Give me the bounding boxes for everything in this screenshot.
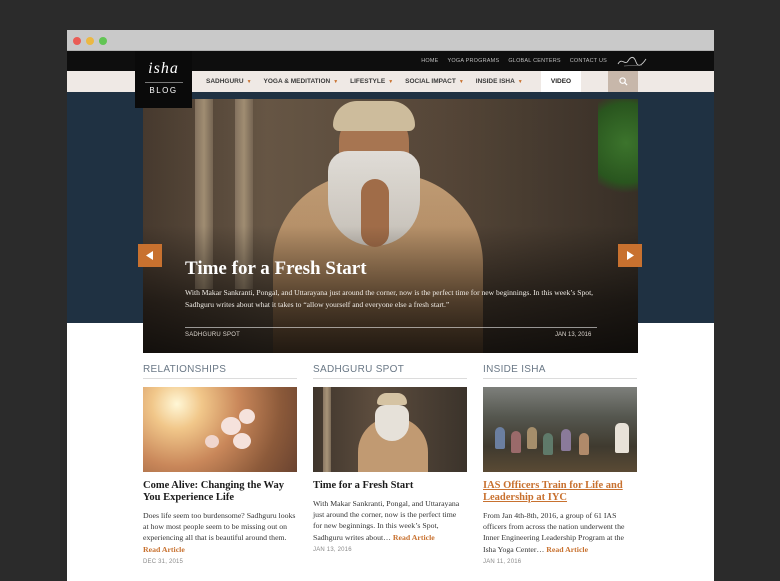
- minimize-window-button[interactable]: [86, 37, 94, 45]
- top-link-home[interactable]: HOME: [421, 58, 438, 64]
- hero-excerpt: With Makar Sankranti, Pongal, and Uttara…: [185, 288, 594, 309]
- blossom: [205, 435, 219, 448]
- blossom: [233, 433, 251, 449]
- chevron-right-icon: [627, 251, 634, 260]
- blossom: [221, 417, 241, 435]
- thumb-person: [561, 429, 571, 451]
- read-article-link[interactable]: Read Article: [393, 533, 435, 542]
- post-date: JAN 11, 2016: [483, 558, 522, 565]
- nav-label: INSIDE ISHA: [475, 78, 515, 85]
- nav-label: LIFESTYLE: [350, 78, 386, 85]
- hero-date: JAN 13, 2016: [555, 332, 592, 338]
- search-button[interactable]: [608, 71, 638, 92]
- thumb-figure-beard: [375, 405, 409, 441]
- post-excerpt: From Jan 4th-8th, 2016, a group of 61 IA…: [483, 510, 637, 555]
- blossom: [239, 409, 255, 424]
- section-heading[interactable]: INSIDE ISHA: [483, 364, 637, 379]
- nav-item-inside-isha[interactable]: INSIDE ISHA ▼: [476, 78, 523, 85]
- hero-prev-button[interactable]: [138, 244, 162, 267]
- top-link-global-centers[interactable]: GLOBAL CENTERS: [508, 58, 560, 64]
- nav-item-yoga-meditation[interactable]: YOGA & MEDITATION ▼: [264, 78, 339, 85]
- hero-title[interactable]: Time for a Fresh Start: [185, 258, 367, 280]
- top-link-contact-us[interactable]: CONTACT US: [570, 58, 607, 64]
- logo-divider: [144, 82, 183, 83]
- maximize-window-button[interactable]: [99, 37, 107, 45]
- thumb-pillar: [323, 387, 331, 472]
- post-title[interactable]: Time for a Fresh Start: [313, 480, 467, 492]
- top-link-yoga-programs[interactable]: YOGA PROGRAMS: [448, 58, 500, 64]
- browser-window: HOME YOGA PROGRAMS GLOBAL CENTERS CONTAC…: [67, 30, 714, 581]
- read-article-link[interactable]: Read Article: [143, 545, 185, 554]
- post-title[interactable]: Come Alive: Changing the Way You Experie…: [143, 480, 297, 504]
- thumb-person: [579, 433, 589, 455]
- post-date: DEC 31, 2015: [143, 558, 184, 565]
- thumb-person: [527, 427, 537, 449]
- nav-item-sadhguru[interactable]: SADHGURU ▼: [206, 78, 252, 85]
- nav-label: SOCIAL IMPACT: [405, 78, 456, 85]
- logo-label: BLOG: [149, 86, 178, 95]
- hero-divider: [185, 327, 597, 328]
- close-window-button[interactable]: [73, 37, 81, 45]
- site-logo[interactable]: isha BLOG: [135, 51, 192, 108]
- post-excerpt: Does life seem too burdensome? Sadhguru …: [143, 510, 297, 555]
- hero-gradient-overlay: [143, 99, 638, 353]
- post-thumbnail[interactable]: [483, 387, 637, 472]
- thumb-person: [495, 427, 505, 449]
- search-icon: [618, 77, 628, 86]
- top-links: HOME YOGA PROGRAMS GLOBAL CENTERS CONTAC…: [412, 51, 607, 71]
- logo-mark: isha: [148, 60, 179, 77]
- post-title[interactable]: IAS Officers Train for Life and Leadersh…: [483, 480, 637, 504]
- signature-icon[interactable]: [616, 53, 648, 69]
- post-date: JAN 13, 2016: [313, 546, 352, 553]
- post-thumbnail[interactable]: [143, 387, 297, 472]
- window-titlebar: [67, 30, 714, 51]
- caret-down-icon: ▼: [333, 78, 339, 85]
- thumb-figure-turban: [377, 393, 407, 405]
- excerpt-text: With Makar Sankranti, Pongal, and Uttara…: [313, 499, 460, 542]
- hero-next-button[interactable]: [618, 244, 642, 267]
- thumb-person: [543, 433, 553, 455]
- hero-slide-image[interactable]: [143, 99, 638, 353]
- caret-down-icon: ▼: [517, 78, 523, 85]
- thumb-person: [511, 431, 521, 453]
- post-card-inside-isha: INSIDE ISHA IAS Officers Train for Life …: [483, 364, 637, 565]
- excerpt-text: Does life seem too burdensome? Sadhguru …: [143, 511, 296, 543]
- caret-down-icon: ▼: [458, 78, 464, 85]
- section-heading[interactable]: SADHGURU SPOT: [313, 364, 467, 379]
- caret-down-icon: ▼: [388, 78, 394, 85]
- caret-down-icon: ▼: [246, 78, 252, 85]
- post-excerpt: With Makar Sankranti, Pongal, and Uttara…: [313, 498, 467, 543]
- read-article-link[interactable]: Read Article: [546, 545, 588, 554]
- nav-item-lifestyle[interactable]: LIFESTYLE ▼: [350, 78, 393, 85]
- nav-label: YOGA & MEDITATION: [263, 78, 331, 85]
- section-heading[interactable]: RELATIONSHIPS: [143, 364, 297, 379]
- thumb-person: [615, 423, 629, 453]
- nav-label: SADHGURU: [206, 78, 244, 85]
- post-thumbnail[interactable]: [313, 387, 467, 472]
- hero-category[interactable]: SADHGURU SPOT: [185, 332, 240, 338]
- nav-item-social-impact[interactable]: SOCIAL IMPACT ▼: [405, 78, 464, 85]
- post-card-relationships: RELATIONSHIPS Come Alive: Changing the W…: [143, 364, 297, 565]
- chevron-left-icon: [146, 251, 153, 260]
- post-card-sadhguru-spot: SADHGURU SPOT Time for a Fresh Start Wit…: [313, 364, 467, 553]
- nav-item-video[interactable]: VIDEO: [541, 71, 581, 92]
